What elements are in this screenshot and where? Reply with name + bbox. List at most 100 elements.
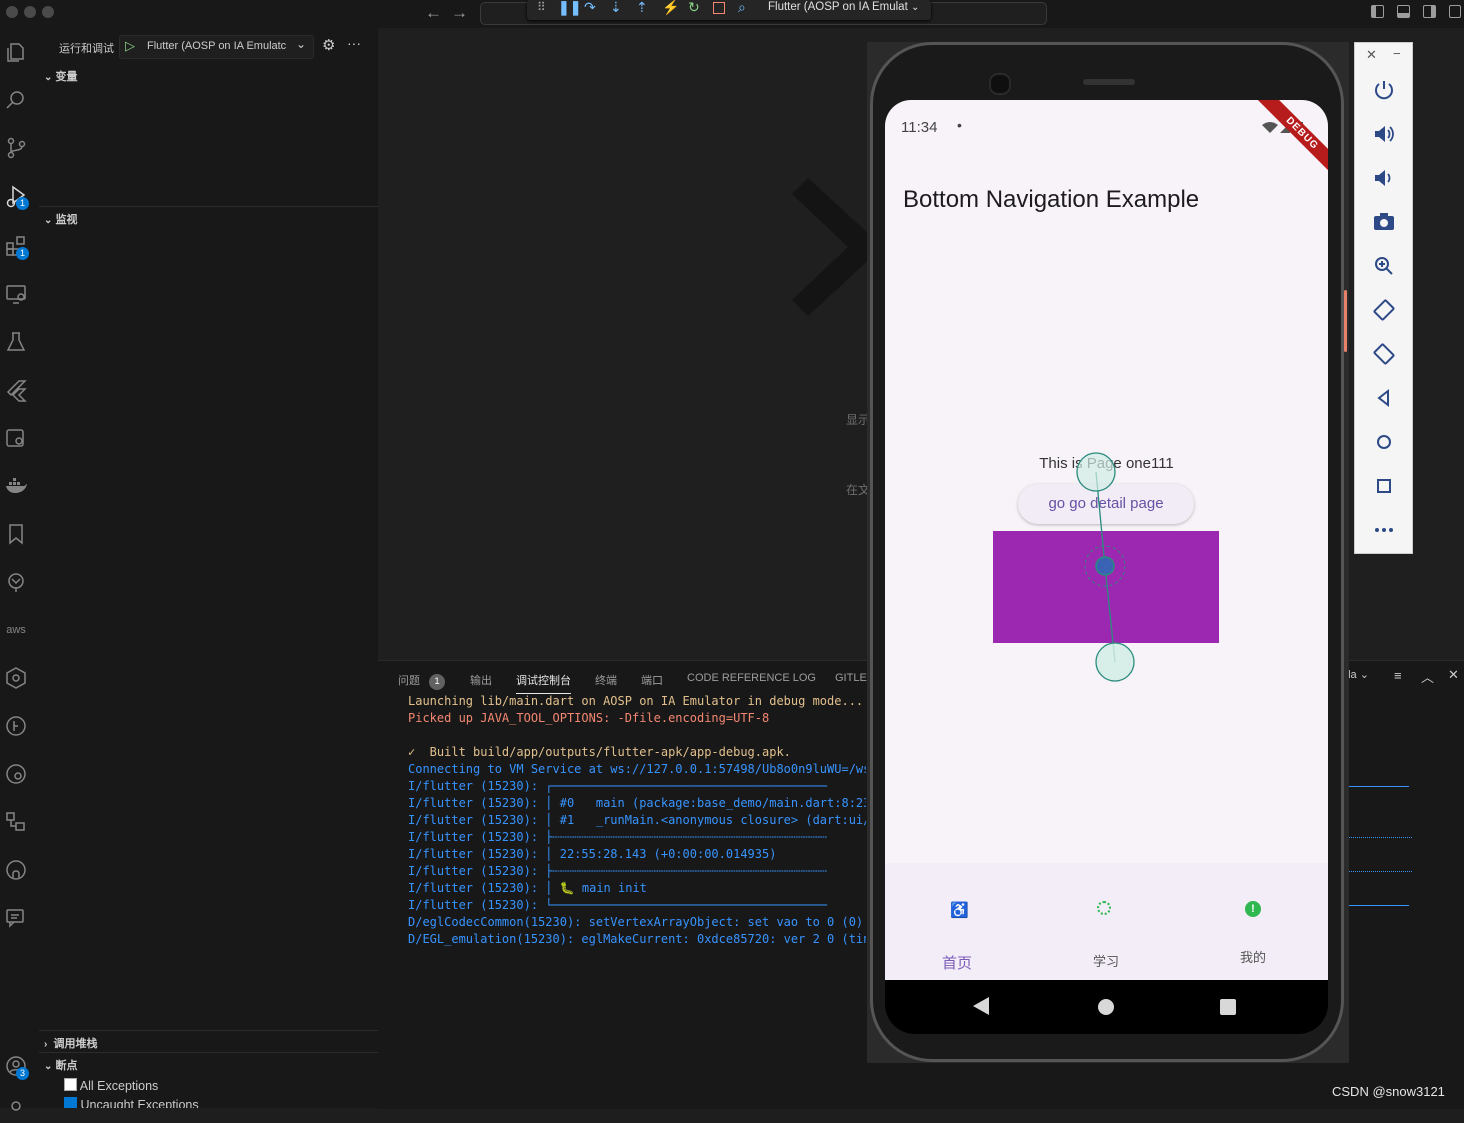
android-home-icon[interactable] xyxy=(1098,999,1114,1015)
maximize-panel-icon[interactable]: ︿ xyxy=(1421,667,1434,686)
pause-icon[interactable]: ❚❚ xyxy=(558,0,581,16)
step-over-icon[interactable]: ↷ xyxy=(584,0,596,16)
hot-reload-icon[interactable]: ⚡ xyxy=(662,0,679,16)
nav-item-mine[interactable]: ! 我的 xyxy=(1210,893,1297,973)
watch-section-header[interactable]: ⌄ 监视 xyxy=(44,211,77,227)
github-icon[interactable] xyxy=(4,858,28,882)
nav-item-study[interactable]: 学习 xyxy=(1063,893,1150,973)
minimize-icon[interactable]: − xyxy=(1393,46,1401,61)
remote-explorer-icon[interactable] xyxy=(4,282,28,306)
hexagon-extension-icon[interactable] xyxy=(4,666,28,690)
tab-code-reference-log[interactable]: CODE REFERENCE LOG xyxy=(687,672,816,684)
emulator-resize-handle[interactable] xyxy=(1344,290,1347,352)
breakpoints-section-header[interactable]: ⌄ 断点 xyxy=(44,1057,77,1073)
remote-settings-icon[interactable] xyxy=(4,426,28,450)
bookmarks-icon[interactable] xyxy=(4,522,28,546)
section-divider xyxy=(39,1030,378,1031)
explorer-icon[interactable] xyxy=(4,40,28,64)
tab-ports[interactable]: 端口 xyxy=(641,672,663,688)
timeline-icon[interactable] xyxy=(4,810,28,834)
open-launch-json-gear-icon[interactable]: ⚙ xyxy=(322,36,335,54)
search-icon[interactable] xyxy=(4,88,28,112)
log-box-line xyxy=(1346,905,1409,906)
log-box-line xyxy=(1346,837,1412,838)
manage-gear-icon[interactable] xyxy=(4,1094,28,1118)
extensions-icon[interactable]: 1 xyxy=(4,234,29,260)
fingerprint-icon xyxy=(1097,901,1111,915)
android-back-icon[interactable] xyxy=(973,997,989,1015)
zoom-icon[interactable] xyxy=(1371,253,1397,279)
android-nav-bar xyxy=(885,980,1328,1034)
accounts-icon[interactable]: 3 xyxy=(4,1054,29,1080)
close-panel-icon[interactable]: ✕ xyxy=(1448,667,1459,683)
git-graph-icon[interactable] xyxy=(4,570,28,594)
problems-count-badge: 1 xyxy=(429,674,446,690)
run-debug-sidebar: 运行和调试 ▷ Flutter (AOSP on IA Emulatc ⌄ ⚙ … xyxy=(39,28,378,1108)
call-stack-section-header[interactable]: › 调用堆栈 xyxy=(44,1035,97,1051)
tab-terminal[interactable]: 终端 xyxy=(595,672,617,688)
overview-icon[interactable] xyxy=(1371,473,1397,499)
volume-up-icon[interactable] xyxy=(1371,121,1397,147)
breakpoint-label: Uncaught Exceptions xyxy=(80,1098,199,1108)
breakpoint-all-exceptions[interactable]: All Exceptions xyxy=(64,1078,158,1093)
tab-gitlens[interactable]: GITLE xyxy=(835,672,867,684)
speaker-grille xyxy=(1083,79,1135,85)
rotate-left-icon[interactable] xyxy=(1371,297,1397,323)
more-actions-icon[interactable]: ··· xyxy=(347,35,361,51)
window-close-button[interactable] xyxy=(6,6,18,18)
drag-handle-icon[interactable]: ⠿ xyxy=(537,0,546,14)
window-minimize-button[interactable] xyxy=(24,6,36,18)
nav-label: 我的 xyxy=(1240,950,1267,965)
customize-layout-icon[interactable] xyxy=(1449,5,1461,18)
more-options-icon[interactable] xyxy=(1371,517,1397,543)
source-control-icon[interactable] xyxy=(4,136,28,160)
nav-label: 首页 xyxy=(942,955,973,972)
window-zoom-button[interactable] xyxy=(42,6,54,18)
tab-output[interactable]: 输出 xyxy=(470,672,492,688)
checkbox-unchecked[interactable] xyxy=(64,1078,77,1091)
toggle-primary-sidebar-icon[interactable] xyxy=(1371,5,1384,18)
home-icon[interactable] xyxy=(1371,429,1397,455)
back-icon[interactable] xyxy=(1371,385,1397,411)
forward-arrow-icon[interactable]: → xyxy=(451,3,468,23)
stop-icon[interactable] xyxy=(713,1,725,17)
variables-section-header[interactable]: ⌄ 变量 xyxy=(44,68,77,84)
extensions-badge: 1 xyxy=(16,247,29,260)
debug-config-select[interactable]: Flutter (AOSP on IA Emulat ⌄ xyxy=(768,1,919,13)
aws-icon[interactable]: aws xyxy=(4,618,28,642)
log-line: D/eglCodecCommon(15230): setVertexArrayO… xyxy=(408,915,864,929)
restart-icon[interactable]: ↻ xyxy=(688,0,700,16)
gitlens-inspect-icon[interactable] xyxy=(4,762,28,786)
camera-icon[interactable] xyxy=(1371,209,1397,235)
inspect-widget-icon[interactable]: ⌕ xyxy=(738,0,746,16)
log-line: I/flutter (15230): └────────────────────… xyxy=(408,898,828,912)
checkbox-checked[interactable] xyxy=(64,1097,77,1108)
chevron-down-icon: ⌄ xyxy=(44,72,53,83)
gitlens-icon[interactable] xyxy=(4,714,28,738)
rotate-right-icon[interactable] xyxy=(1371,341,1397,367)
log-line: I/flutter (15230): │ 22:55:28.143 (+0:00… xyxy=(408,847,777,861)
chevron-down-icon: ⌄ xyxy=(910,2,920,13)
debug-config-label: Flutter (AOSP on IA Emulat xyxy=(768,1,908,13)
flutter-icon[interactable] xyxy=(4,378,28,402)
android-recents-icon[interactable] xyxy=(1220,999,1236,1015)
start-debugging-icon[interactable]: ▷ xyxy=(125,38,135,54)
clear-console-icon[interactable]: ≡ xyxy=(1394,668,1402,683)
run-config-select[interactable]: ▷ Flutter (AOSP on IA Emulatc ⌄ xyxy=(119,35,314,59)
step-out-icon[interactable]: ⇡ xyxy=(636,0,648,16)
volume-down-icon[interactable] xyxy=(1371,165,1397,191)
step-into-icon[interactable]: ⇣ xyxy=(610,0,622,16)
power-icon[interactable] xyxy=(1371,77,1397,103)
run-debug-icon[interactable]: 1 xyxy=(4,184,29,210)
docker-icon[interactable] xyxy=(4,474,28,498)
testing-icon[interactable] xyxy=(4,330,28,354)
comments-icon[interactable] xyxy=(4,906,28,930)
tab-problems[interactable]: 问题 1 xyxy=(398,672,446,690)
breakpoint-uncaught-exceptions[interactable]: Uncaught Exceptions xyxy=(64,1097,199,1108)
toggle-panel-icon[interactable] xyxy=(1397,5,1410,18)
toggle-secondary-sidebar-icon[interactable] xyxy=(1423,5,1436,18)
nav-item-home[interactable]: ♿ 首页 xyxy=(915,893,1002,973)
back-arrow-icon[interactable]: ← xyxy=(425,3,442,23)
tab-debug-console[interactable]: 调试控制台 xyxy=(516,672,571,694)
close-icon[interactable]: ✕ xyxy=(1366,47,1377,63)
